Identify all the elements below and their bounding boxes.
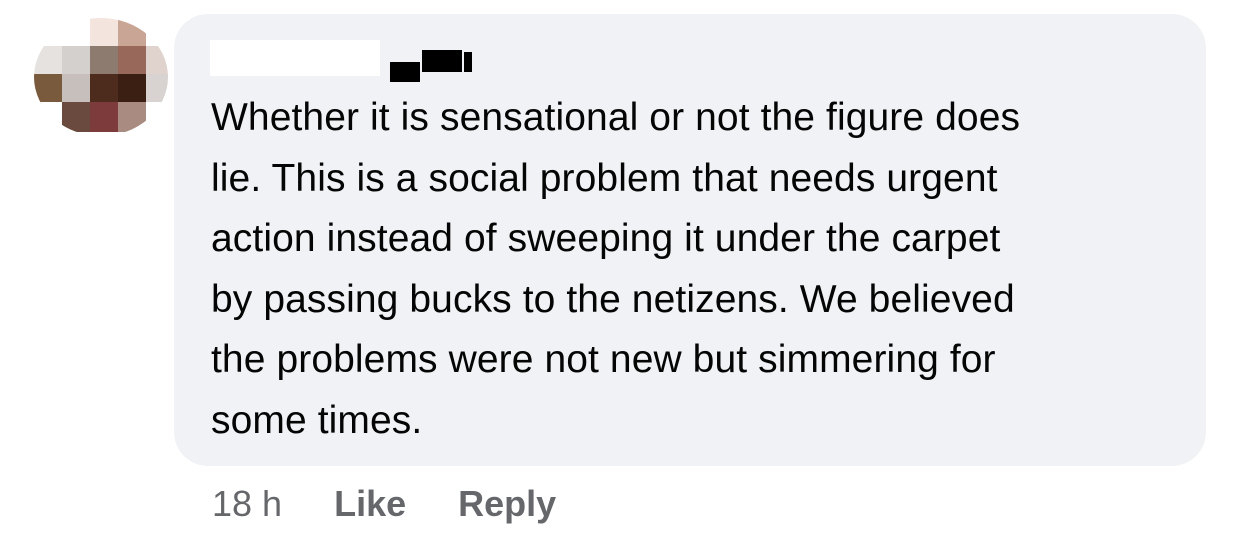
like-button[interactable]: Like <box>334 483 406 525</box>
author-name-redacted[interactable] <box>210 40 500 82</box>
comment-screen: Whether it is sensational or not the fig… <box>0 0 1242 540</box>
comment-actions: 18 h Like Reply <box>212 480 608 528</box>
comment-timestamp[interactable]: 18 h <box>212 483 282 525</box>
avatar[interactable] <box>34 18 168 136</box>
comment-body: Whether it is sensational or not the fig… <box>211 96 1021 442</box>
reply-button[interactable]: Reply <box>458 483 556 525</box>
